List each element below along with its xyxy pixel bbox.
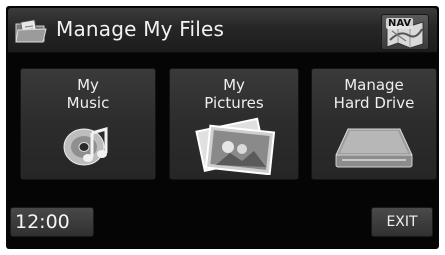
exit-button[interactable]: EXIT: [371, 207, 433, 237]
nav-label: NAV: [386, 18, 414, 29]
screen: Manage My Files NAV My Music My Pictures…: [6, 6, 439, 249]
manage-hard-drive-tile[interactable]: Manage Hard Drive: [311, 68, 437, 180]
music-disc-icon: [63, 127, 108, 166]
tiles-row: My Music My Pictures Manage Hard Drive: [6, 68, 439, 188]
my-pictures-tile[interactable]: My Pictures: [169, 68, 299, 180]
hard-drive-icon: [335, 128, 413, 168]
my-music-tile[interactable]: My Music: [20, 68, 156, 180]
clock-display[interactable]: 12:00: [10, 207, 94, 237]
folder-file-icon: [15, 19, 47, 43]
nav-button[interactable]: NAV: [381, 14, 429, 50]
page-title: Manage My Files: [56, 17, 225, 41]
tile-label-my-music: My Music: [66, 76, 110, 112]
tile-label-manage-hard-drive: Manage Hard Drive: [333, 76, 415, 112]
photos-icon: [195, 117, 276, 175]
header-bar: Manage My Files NAV: [8, 8, 437, 53]
tile-label-my-pictures: My Pictures: [204, 76, 264, 112]
